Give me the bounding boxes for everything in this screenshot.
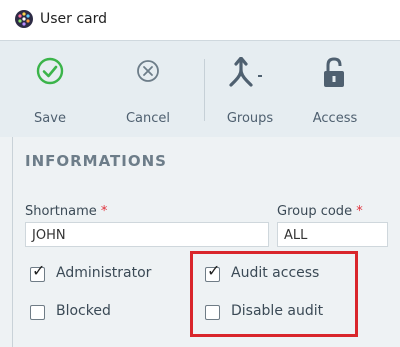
checkmark-icon: ✓ [32,261,46,280]
required-marker: * [356,204,363,219]
administrator-label: Administrator [56,265,152,281]
required-marker: * [100,204,108,219]
save-button[interactable]: Save [20,41,80,138]
group-code-input[interactable]: ALL [277,222,388,247]
title-bar: User card [0,0,400,40]
group-code-value: ALL [284,228,308,243]
check-circle-icon [36,57,64,89]
window-title: User card [40,11,108,27]
access-button[interactable]: Access [300,41,370,138]
group-code-label-text: Group code [277,204,353,219]
highlight-box [190,251,358,337]
toolbar-separator [204,59,205,121]
checkbox-box[interactable]: ✓ [30,263,45,282]
panel-divider [12,137,13,347]
groups-label: Groups [226,111,274,126]
checkbox-box[interactable] [30,305,45,320]
administrator-checkbox[interactable]: ✓ Administrator [30,263,180,285]
save-label: Save [34,111,66,126]
merge-arrow-icon [229,56,263,93]
shortname-label-text: Shortname [25,204,97,219]
section-title: INFORMATIONS [25,152,167,170]
shortname-input[interactable]: JOHN [25,222,269,247]
shortname-value: JOHN [32,228,66,243]
blocked-checkbox[interactable]: Blocked [30,303,180,323]
dotted-globe-icon [14,9,34,29]
unlock-icon [320,57,350,93]
groups-button[interactable]: Groups [218,41,282,138]
group-code-label: Group code * [277,204,363,219]
toolbar: Save Cancel Groups Access [0,40,400,137]
access-label: Access [312,111,358,126]
cancel-button[interactable]: Cancel [115,41,181,138]
shortname-label: Shortname * [25,204,107,219]
cancel-label: Cancel [125,111,171,126]
x-circle-icon [136,57,160,87]
blocked-label: Blocked [56,303,111,319]
